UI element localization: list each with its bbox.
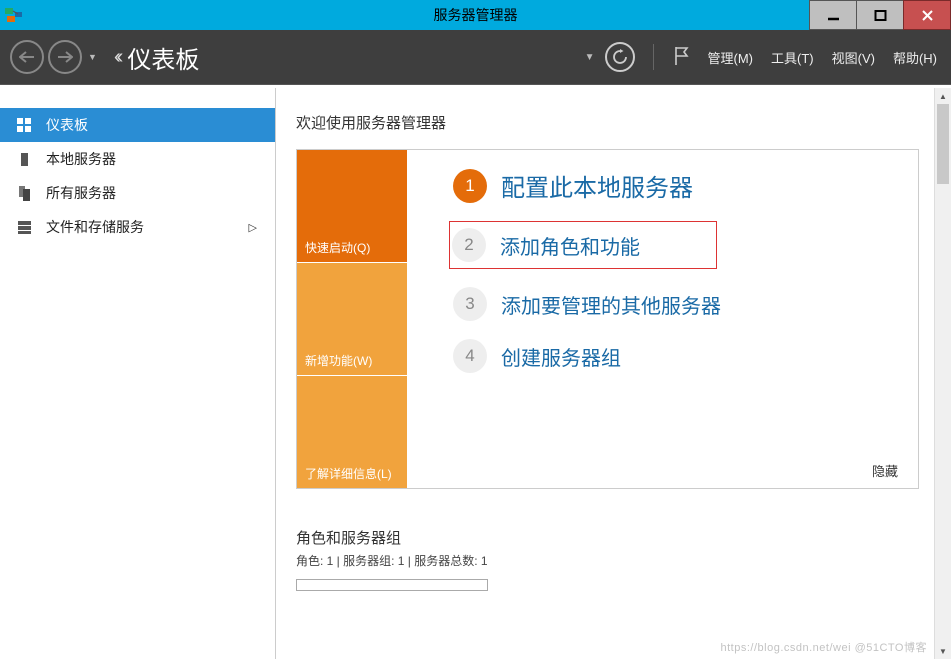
- groups-subtitle: 角色: 1 | 服务器组: 1 | 服务器总数: 1: [296, 552, 939, 569]
- sidebar: 仪表板 本地服务器 所有服务器 文件和存储服务 ▷: [0, 88, 276, 659]
- sidebar-item-all-servers[interactable]: 所有服务器: [0, 176, 275, 210]
- maximize-button[interactable]: [856, 0, 903, 30]
- app-icon: [0, 0, 28, 30]
- sidebar-item-label: 所有服务器: [46, 183, 116, 203]
- scrollbar-thumb[interactable]: [937, 104, 949, 184]
- menu-help[interactable]: 帮助(H): [893, 48, 937, 67]
- step-text: 配置此本地服务器: [501, 168, 693, 203]
- dashboard-icon: [14, 118, 34, 133]
- command-bar: ▼ ‹‹ 仪表板 ▼ 管理(M) 工具(T) 视图(V) 帮助(H): [0, 30, 951, 85]
- minimize-button[interactable]: [809, 0, 856, 30]
- tile-quickstart[interactable]: 快速启动(Q): [297, 150, 407, 262]
- step-4[interactable]: 4 创建服务器组: [453, 339, 898, 373]
- refresh-button[interactable]: [605, 42, 635, 72]
- tile-quickstart-label: 快速启动(Q): [305, 239, 370, 256]
- step-number: 3: [453, 287, 487, 321]
- menu-view[interactable]: 视图(V): [832, 48, 875, 67]
- tile-whatsnew[interactable]: 新增功能(W): [297, 262, 407, 375]
- step-number: 4: [453, 339, 487, 373]
- groups-title: 角色和服务器组: [296, 527, 939, 548]
- step-2[interactable]: 2 添加角色和功能: [449, 221, 717, 269]
- tile-column: 快速启动(Q) 新增功能(W) 了解详细信息(L): [297, 150, 407, 488]
- window-title: 服务器管理器: [434, 5, 518, 25]
- welcome-title: 欢迎使用服务器管理器: [296, 112, 939, 133]
- local-server-icon: [14, 152, 34, 167]
- sidebar-item-label: 文件和存储服务: [46, 217, 144, 237]
- scrollbar-up-icon[interactable]: ▲: [935, 88, 951, 104]
- all-servers-icon: [14, 186, 34, 201]
- step-text: 创建服务器组: [501, 342, 621, 371]
- expand-caret-icon[interactable]: ▷: [249, 221, 257, 234]
- file-storage-icon: [14, 220, 34, 235]
- command-bar-right: ▼ 管理(M) 工具(T) 视图(V) 帮助(H): [593, 42, 937, 72]
- tile-learnmore[interactable]: 了解详细信息(L): [297, 375, 407, 488]
- window-buttons: [809, 0, 951, 30]
- close-button[interactable]: [903, 0, 951, 30]
- step-text: 添加角色和功能: [500, 231, 640, 260]
- tile-whatsnew-label: 新增功能(W): [305, 352, 372, 369]
- steps-area: 1 配置此本地服务器 2 添加角色和功能 3 添加要管理的其他服务器 4 创建服…: [407, 150, 918, 488]
- nav-dropdown-icon[interactable]: ▼: [88, 52, 98, 62]
- groups-card: [296, 579, 488, 591]
- scrollbar[interactable]: ▲ ▼: [934, 88, 951, 659]
- content-area: 欢迎使用服务器管理器 快速启动(Q) 新增功能(W) 了解详细信息(L) 1 配…: [276, 88, 951, 659]
- hide-link[interactable]: 隐藏: [872, 461, 898, 480]
- sidebar-item-label: 本地服务器: [46, 149, 116, 169]
- body: 仪表板 本地服务器 所有服务器 文件和存储服务 ▷ 欢迎使用服务器管理器 快速启…: [0, 85, 951, 659]
- menu-manage[interactable]: 管理(M): [708, 48, 754, 67]
- scrollbar-down-icon[interactable]: ▼: [935, 643, 951, 659]
- sidebar-item-dashboard[interactable]: 仪表板: [0, 108, 275, 142]
- chevrons-icon: ‹‹: [114, 46, 119, 69]
- step-3[interactable]: 3 添加要管理的其他服务器: [453, 287, 898, 321]
- breadcrumb[interactable]: ‹‹ 仪表板: [114, 40, 199, 75]
- separator: [653, 44, 654, 70]
- dropdown-caret-icon[interactable]: ▼: [585, 52, 595, 63]
- step-1[interactable]: 1 配置此本地服务器: [453, 168, 898, 203]
- step-number: 2: [452, 228, 486, 262]
- sidebar-item-file-storage[interactable]: 文件和存储服务 ▷: [0, 210, 275, 244]
- titlebar: 服务器管理器: [0, 0, 951, 30]
- welcome-panel: 快速启动(Q) 新增功能(W) 了解详细信息(L) 1 配置此本地服务器 2 添…: [296, 149, 919, 489]
- nav-back-button[interactable]: [10, 40, 44, 74]
- watermark: https://blog.csdn.net/wei @51CTO博客: [721, 639, 928, 655]
- step-text: 添加要管理的其他服务器: [501, 290, 721, 319]
- window: 服务器管理器 ▼ ‹‹ 仪表板 ▼ 管理(M) 工具(T) 视图(V): [0, 0, 951, 659]
- sidebar-item-label: 仪表板: [46, 115, 88, 135]
- notifications-flag-icon[interactable]: [672, 46, 690, 69]
- nav-forward-button[interactable]: [48, 40, 82, 74]
- breadcrumb-label: 仪表板: [127, 40, 199, 75]
- sidebar-item-local-server[interactable]: 本地服务器: [0, 142, 275, 176]
- tile-learnmore-label: 了解详细信息(L): [305, 465, 392, 482]
- step-number: 1: [453, 169, 487, 203]
- menu-tools[interactable]: 工具(T): [771, 48, 814, 67]
